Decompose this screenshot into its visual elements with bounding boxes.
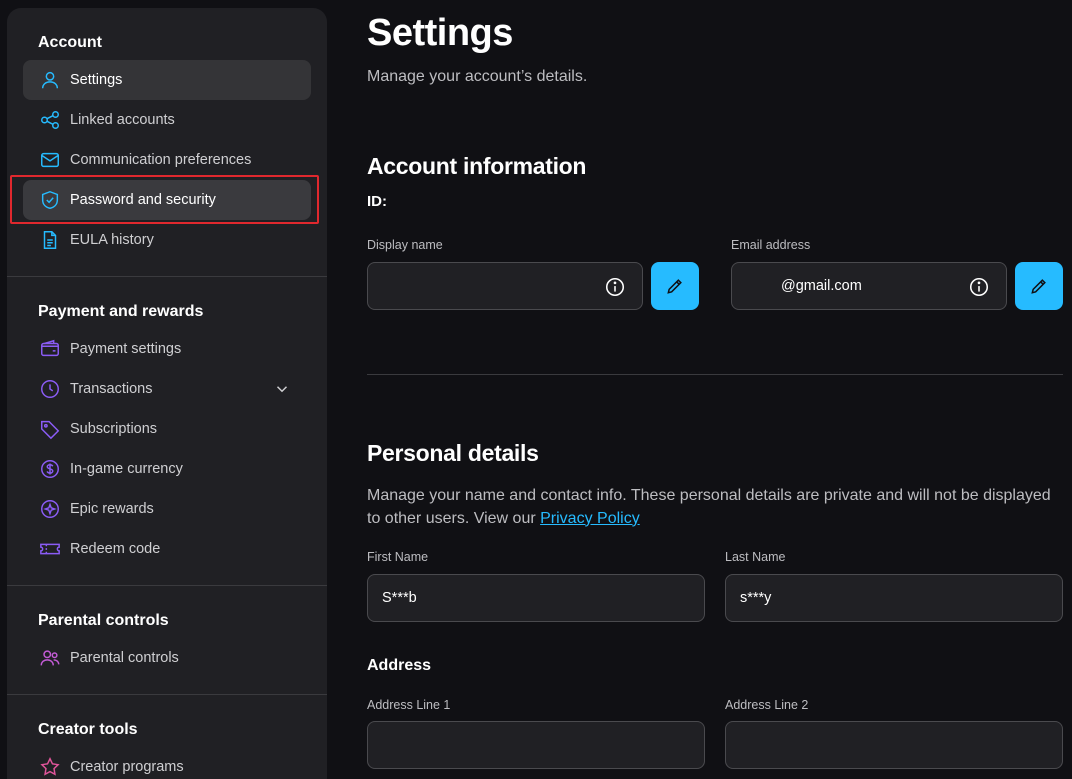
sidebar-item-label: Password and security bbox=[70, 192, 216, 208]
sidebar-item-label: In-game currency bbox=[70, 461, 183, 477]
address-heading: Address bbox=[367, 657, 432, 674]
wallet-icon bbox=[39, 338, 61, 360]
account-id-label: ID: bbox=[367, 193, 387, 210]
sidebar-item-label: Redeem code bbox=[70, 541, 161, 557]
sidebar-item-linked-accounts[interactable]: Linked accounts bbox=[23, 100, 311, 140]
sidebar-item-label: Transactions bbox=[70, 381, 153, 397]
email-field[interactable]: @gmail.com bbox=[731, 262, 1007, 310]
display-name-label: Display name bbox=[367, 238, 443, 252]
clock-icon bbox=[39, 378, 61, 400]
address-line1-input[interactable] bbox=[367, 721, 705, 769]
pencil-icon bbox=[1031, 279, 1046, 294]
main-content: Settings Manage your account’s details. … bbox=[367, 0, 1072, 779]
envelope-icon bbox=[39, 149, 61, 171]
email-label: Email address bbox=[731, 238, 811, 252]
sidebar-item-redeem-code[interactable]: Redeem code bbox=[23, 529, 311, 569]
address-line2-input[interactable] bbox=[725, 721, 1063, 769]
sidebar-item-label: Subscriptions bbox=[70, 421, 158, 437]
sparkle-coin-icon bbox=[39, 498, 61, 520]
sidebar-item-settings[interactable]: Settings bbox=[23, 60, 311, 100]
shield-check-icon bbox=[39, 189, 61, 211]
last-name-label: Last Name bbox=[725, 550, 786, 564]
last-name-input[interactable]: s***y bbox=[725, 574, 1063, 622]
edit-email-button[interactable] bbox=[1015, 262, 1063, 310]
address-line2-label: Address Line 2 bbox=[725, 698, 809, 712]
star-icon bbox=[39, 756, 61, 778]
info-icon[interactable] bbox=[968, 276, 990, 298]
privacy-policy-link[interactable]: Privacy Policy bbox=[540, 510, 640, 527]
sidebar-item-label: Creator programs bbox=[70, 759, 184, 775]
sidebar-item-parental-controls[interactable]: Parental controls bbox=[23, 638, 311, 678]
ticket-icon bbox=[39, 538, 61, 560]
page-subtitle: Manage your account’s details. bbox=[367, 68, 588, 85]
sidebar-item-epic-rewards[interactable]: Epic rewards bbox=[23, 489, 311, 529]
user-icon bbox=[39, 69, 61, 91]
section-title-account: Account bbox=[38, 34, 102, 51]
sidebar-item-label: Parental controls bbox=[70, 650, 179, 666]
sidebar-item-label: EULA history bbox=[70, 232, 154, 248]
sidebar-item-in-game-currency[interactable]: In-game currency bbox=[23, 449, 311, 489]
personal-details-heading: Personal details bbox=[367, 440, 539, 466]
sidebar-item-transactions[interactable]: Transactions bbox=[23, 369, 311, 409]
sidebar: Account Settings Linked accounts Communi… bbox=[7, 8, 327, 779]
sidebar-item-label: Settings bbox=[70, 72, 123, 88]
email-value: @gmail.com bbox=[781, 278, 862, 294]
personal-details-description: Manage your name and contact info. These… bbox=[367, 485, 1067, 530]
page-title: Settings bbox=[367, 12, 513, 54]
first-name-value: S***b bbox=[382, 590, 417, 606]
display-name-field[interactable] bbox=[367, 262, 643, 310]
tag-icon bbox=[39, 418, 61, 440]
chevron-down-icon[interactable] bbox=[273, 380, 291, 398]
sidebar-item-eula-history[interactable]: EULA history bbox=[23, 220, 311, 260]
sidebar-item-label: Linked accounts bbox=[70, 112, 175, 128]
sidebar-divider bbox=[7, 585, 327, 586]
sidebar-divider bbox=[7, 276, 327, 277]
sidebar-item-communication-preferences[interactable]: Communication preferences bbox=[23, 140, 311, 180]
sidebar-item-payment-settings[interactable]: Payment settings bbox=[23, 329, 311, 369]
sidebar-divider bbox=[7, 694, 327, 695]
share-nodes-icon bbox=[39, 109, 61, 131]
section-divider bbox=[367, 374, 1063, 375]
sidebar-item-label: Communication preferences bbox=[70, 152, 252, 168]
first-name-input[interactable]: S***b bbox=[367, 574, 705, 622]
pencil-icon bbox=[667, 279, 682, 294]
sidebar-item-label: Payment settings bbox=[70, 341, 182, 357]
section-title-payment: Payment and rewards bbox=[38, 303, 204, 320]
dollar-coin-icon bbox=[39, 458, 61, 480]
sidebar-item-password-security[interactable]: Password and security bbox=[23, 180, 311, 220]
sidebar-item-label: Epic rewards bbox=[70, 501, 154, 517]
section-title-parental: Parental controls bbox=[38, 612, 169, 629]
last-name-value: s***y bbox=[740, 590, 772, 606]
first-name-label: First Name bbox=[367, 550, 429, 564]
account-info-heading: Account information bbox=[367, 153, 587, 179]
address-line1-label: Address Line 1 bbox=[367, 698, 451, 712]
edit-display-name-button[interactable] bbox=[651, 262, 699, 310]
document-icon bbox=[39, 229, 61, 251]
sidebar-item-subscriptions[interactable]: Subscriptions bbox=[23, 409, 311, 449]
description-text: Manage your name and contact info. These… bbox=[367, 487, 1051, 527]
users-icon bbox=[39, 647, 61, 669]
sidebar-item-creator-programs[interactable]: Creator programs bbox=[23, 747, 311, 779]
info-icon[interactable] bbox=[604, 276, 626, 298]
section-title-creator: Creator tools bbox=[38, 721, 138, 738]
